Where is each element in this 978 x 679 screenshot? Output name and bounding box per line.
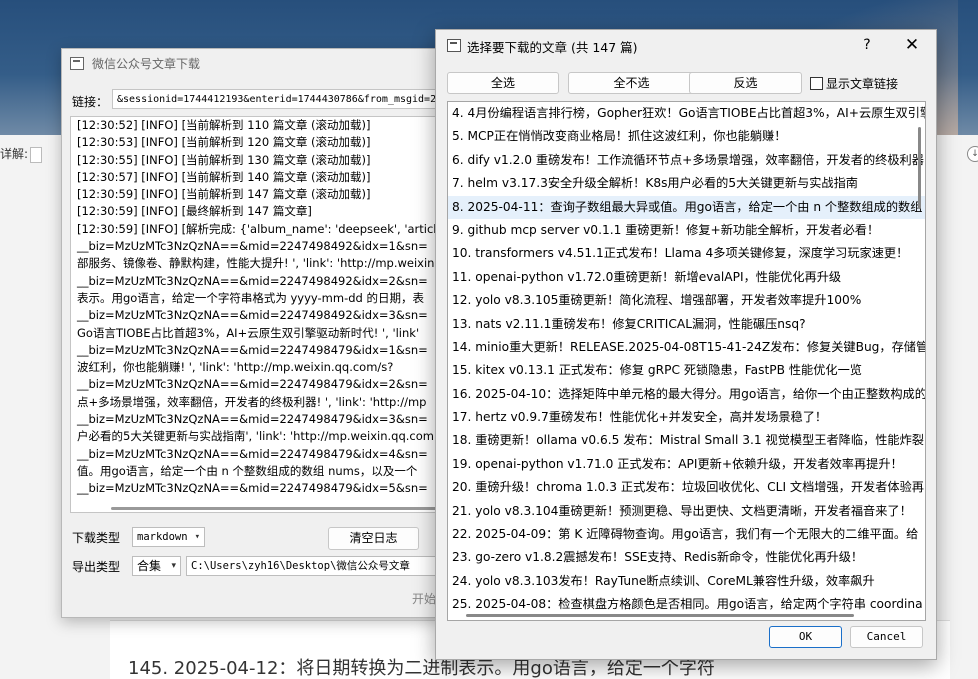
show-link-label: 显示文章链接 bbox=[826, 77, 899, 91]
log-line: [12:30:59] [INFO] [解析完成: {'album_name': … bbox=[77, 221, 437, 236]
clear-log-button[interactable]: 清空日志 bbox=[328, 527, 419, 550]
background-detail-label: 详解: bbox=[0, 147, 29, 161]
close-button[interactable]: ✕ bbox=[900, 34, 924, 56]
select-articles-dialog: 选择要下载的文章 (共 147 篇) ? ✕ 全选 全不选 反选 显示文章链接 … bbox=[435, 29, 937, 660]
log-line: __biz=MzUzMTc3NzQzNA==&mid=2247498492&id… bbox=[77, 239, 428, 254]
link-input[interactable]: &sessionid=1744412193&enterid=1744430786… bbox=[112, 89, 442, 109]
export-type-select[interactable]: 合集 ▾ bbox=[132, 556, 181, 576]
main-window-titlebar[interactable]: 微信公众号文章下载 bbox=[62, 49, 442, 77]
show-link-checkbox-wrapper[interactable]: 显示文章链接 bbox=[810, 75, 898, 92]
article-list-item[interactable]: 4. 4月份编程语言排行榜，Gopher狂欢！Go语言TIOBE占比首超3%，A… bbox=[448, 102, 925, 125]
article-list-item[interactable]: 8. 2025-04-11：查询子数组最大异或值。用go语言，给定一个由 n 个… bbox=[448, 195, 925, 219]
log-horizontal-scrollbar[interactable] bbox=[111, 507, 441, 510]
log-line: __biz=MzUzMTc3NzQzNA==&mid=2247498492&id… bbox=[77, 308, 428, 323]
cancel-button[interactable]: Cancel bbox=[850, 626, 923, 648]
article-list-item[interactable]: 19. openai-python v1.71.0 正式发布：API更新+依赖升… bbox=[448, 453, 925, 476]
log-line: 部服务、镜像卷、静默构建，性能大提升! ', 'link': 'http://m… bbox=[77, 256, 435, 271]
log-lines-container: [12:30:52] [INFO] [当前解析到 110 篇文章 (滚动加载)]… bbox=[71, 117, 442, 498]
article-list-item[interactable]: 6. dify v1.2.0 重磅发布！工作流循环节点+多场景增强，效率翻倍，开… bbox=[448, 149, 925, 172]
window-app-icon bbox=[70, 57, 84, 70]
log-line: __biz=MzUzMTc3NzQzNA==&mid=2247498479&id… bbox=[77, 377, 428, 392]
article-list-item[interactable]: 26. transformers v4.51.0 震撼发布！DeepSeek-V… bbox=[448, 617, 925, 620]
article-list-item[interactable]: 5. MCP正在悄悄改变商业格局！抓住这波红利，你也能躺赚！ bbox=[448, 125, 925, 148]
log-line: 户必看的5大关键更新与实战指南', 'link': 'http://mp.wei… bbox=[77, 429, 434, 444]
main-window-title: 微信公众号文章下载 bbox=[92, 57, 201, 71]
article-list-item[interactable]: 20. 重磅升级！chroma 1.0.3 正式发布：垃圾回收优化、CLI 文档… bbox=[448, 476, 925, 499]
article-list-item[interactable]: 15. kitex v0.13.1 正式发布：修复 gRPC 死锁隐患，Fast… bbox=[448, 359, 925, 382]
link-label: 链接： bbox=[72, 95, 109, 109]
log-line: 点+多场景增强，效率翻倍，开发者的终极利器! ', 'link': 'http:… bbox=[77, 394, 427, 409]
help-button[interactable]: ? bbox=[857, 35, 877, 55]
article-list-item[interactable]: 7. helm v3.17.3安全升级全解析！K8s用户必看的5大关键更新与实战… bbox=[448, 172, 925, 195]
article-list-horizontal-scrollbar[interactable] bbox=[466, 614, 854, 617]
article-items-container: 4. 4月份编程语言排行榜，Gopher狂欢！Go语言TIOBE占比首超3%，A… bbox=[448, 102, 925, 620]
download-type-select[interactable]: markdown ▾ bbox=[132, 527, 205, 547]
main-window: 微信公众号文章下载 链接： &sessionid=1744412193&ente… bbox=[61, 48, 443, 618]
background-detail-field: 详解: bbox=[0, 145, 43, 163]
article-list-item[interactable]: 23. go-zero v1.8.2震撼发布！SSE支持、Redis新命令，性能… bbox=[448, 546, 925, 569]
log-line: [12:30:59] [INFO] [最终解析到 147 篇文章] bbox=[77, 204, 312, 219]
article-list-item[interactable]: 18. 重磅更新！ollama v0.6.5 发布：Mistral Small … bbox=[448, 429, 925, 452]
download-type-value: markdown bbox=[137, 531, 188, 543]
select-none-button[interactable]: 全不选 bbox=[568, 72, 695, 94]
window-app-icon bbox=[447, 39, 461, 52]
article-list-item[interactable]: 13. nats v2.11.1重磅发布！修复CRITICAL漏洞，性能碾压ns… bbox=[448, 313, 925, 336]
article-list-item[interactable]: 12. yolo v8.3.105重磅更新！简化流程、增强部署，开发者效率提升1… bbox=[448, 289, 925, 312]
export-type-value: 合集 bbox=[137, 559, 162, 573]
log-line: [12:30:55] [INFO] [当前解析到 130 篇文章 (滚动加载)] bbox=[77, 152, 371, 167]
chevron-down-icon: ▾ bbox=[171, 561, 176, 571]
log-line: Go语言TIOBE占比首超3%，AI+云原生双引擎驱动新时代! ', 'link… bbox=[77, 325, 420, 340]
article-list-item[interactable]: 22. 2025-04-09：第 K 近障碍物查询。用go语言，我们有一个无限大… bbox=[448, 523, 925, 546]
log-line: 表示。用go语言，给定一个字符串格式为 yyyy-mm-dd 的日期，表 bbox=[77, 290, 424, 305]
log-line: __biz=MzUzMTc3NzQzNA==&mid=2247498479&id… bbox=[77, 446, 428, 461]
article-list-item[interactable]: 17. hertz v0.9.7重磅发布！性能优化+并发安全，高并发场景稳了！ bbox=[448, 406, 925, 429]
log-line: __biz=MzUzMTc3NzQzNA==&mid=2247498479&id… bbox=[77, 342, 428, 357]
download-type-label: 下载类型 bbox=[72, 531, 121, 545]
log-line: 波红利，你也能躺赚! ', 'link': 'http://mp.weixin.… bbox=[77, 360, 394, 375]
article-list-item[interactable]: 14. minio重大更新！RELEASE.2025-04-08T15-41-2… bbox=[448, 336, 925, 359]
chevron-down-icon: ▾ bbox=[194, 532, 200, 542]
article-list[interactable]: 4. 4月份编程语言排行榜，Gopher狂欢！Go语言TIOBE占比首超3%，A… bbox=[447, 101, 926, 621]
log-line: [12:30:53] [INFO] [当前解析到 120 篇文章 (滚动加载)] bbox=[77, 135, 371, 150]
ok-button[interactable]: OK bbox=[769, 626, 842, 648]
select-all-button[interactable]: 全选 bbox=[447, 72, 559, 94]
log-line: [12:30:59] [INFO] [当前解析到 147 篇文章 (滚动加载)] bbox=[77, 187, 371, 202]
invert-selection-button[interactable]: 反选 bbox=[689, 72, 802, 94]
article-list-item[interactable]: 11. openai-python v1.72.0重磅更新！新增evalAPI，… bbox=[448, 266, 925, 289]
article-list-item[interactable]: 21. yolo v8.3.104重磅更新！预测更稳、导出更快、文档更清晰，开发… bbox=[448, 500, 925, 523]
log-line: __biz=MzUzMTc3NzQzNA==&mid=2247498479&id… bbox=[77, 412, 428, 427]
log-line: __biz=MzUzMTc3NzQzNA==&mid=2247498492&id… bbox=[77, 273, 428, 288]
log-line: __biz=MzUzMTc3NzQzNA==&mid=2247498479&id… bbox=[77, 481, 428, 496]
export-type-label: 导出类型 bbox=[72, 560, 121, 574]
export-path-input[interactable]: C:\Users\zyh16\Desktop\微信公众号文章 bbox=[186, 556, 442, 576]
article-list-item[interactable]: 24. yolo v8.3.103发布！RayTune断点续训、CoreML兼容… bbox=[448, 570, 925, 593]
background-download-icon: ↓ bbox=[967, 146, 978, 162]
article-list-item[interactable]: 9. github mcp server v0.1.1 重磅更新！修复+新功能全… bbox=[448, 219, 925, 242]
log-line: [12:30:52] [INFO] [当前解析到 110 篇文章 (滚动加载)] bbox=[77, 118, 371, 132]
show-link-checkbox[interactable] bbox=[810, 77, 823, 90]
dialog-title: 选择要下载的文章 (共 147 篇) bbox=[467, 40, 638, 55]
log-line: 值。用go语言，给定一个由 n 个整数组成的数组 nums，以及一个 bbox=[77, 463, 418, 478]
log-output[interactable]: [12:30:52] [INFO] [当前解析到 110 篇文章 (滚动加载)]… bbox=[70, 116, 442, 513]
article-list-item[interactable]: 10. transformers v4.51.1正式发布！Llama 4多项关键… bbox=[448, 242, 925, 265]
log-line: [12:30:57] [INFO] [当前解析到 140 篇文章 (滚动加载)] bbox=[77, 169, 371, 184]
background-detail-input bbox=[30, 146, 43, 163]
article-list-vertical-scrollbar[interactable] bbox=[918, 127, 921, 209]
article-list-item[interactable]: 16. 2025-04-10：选择矩阵中单元格的最大得分。用go语言，给你一个由… bbox=[448, 383, 925, 406]
